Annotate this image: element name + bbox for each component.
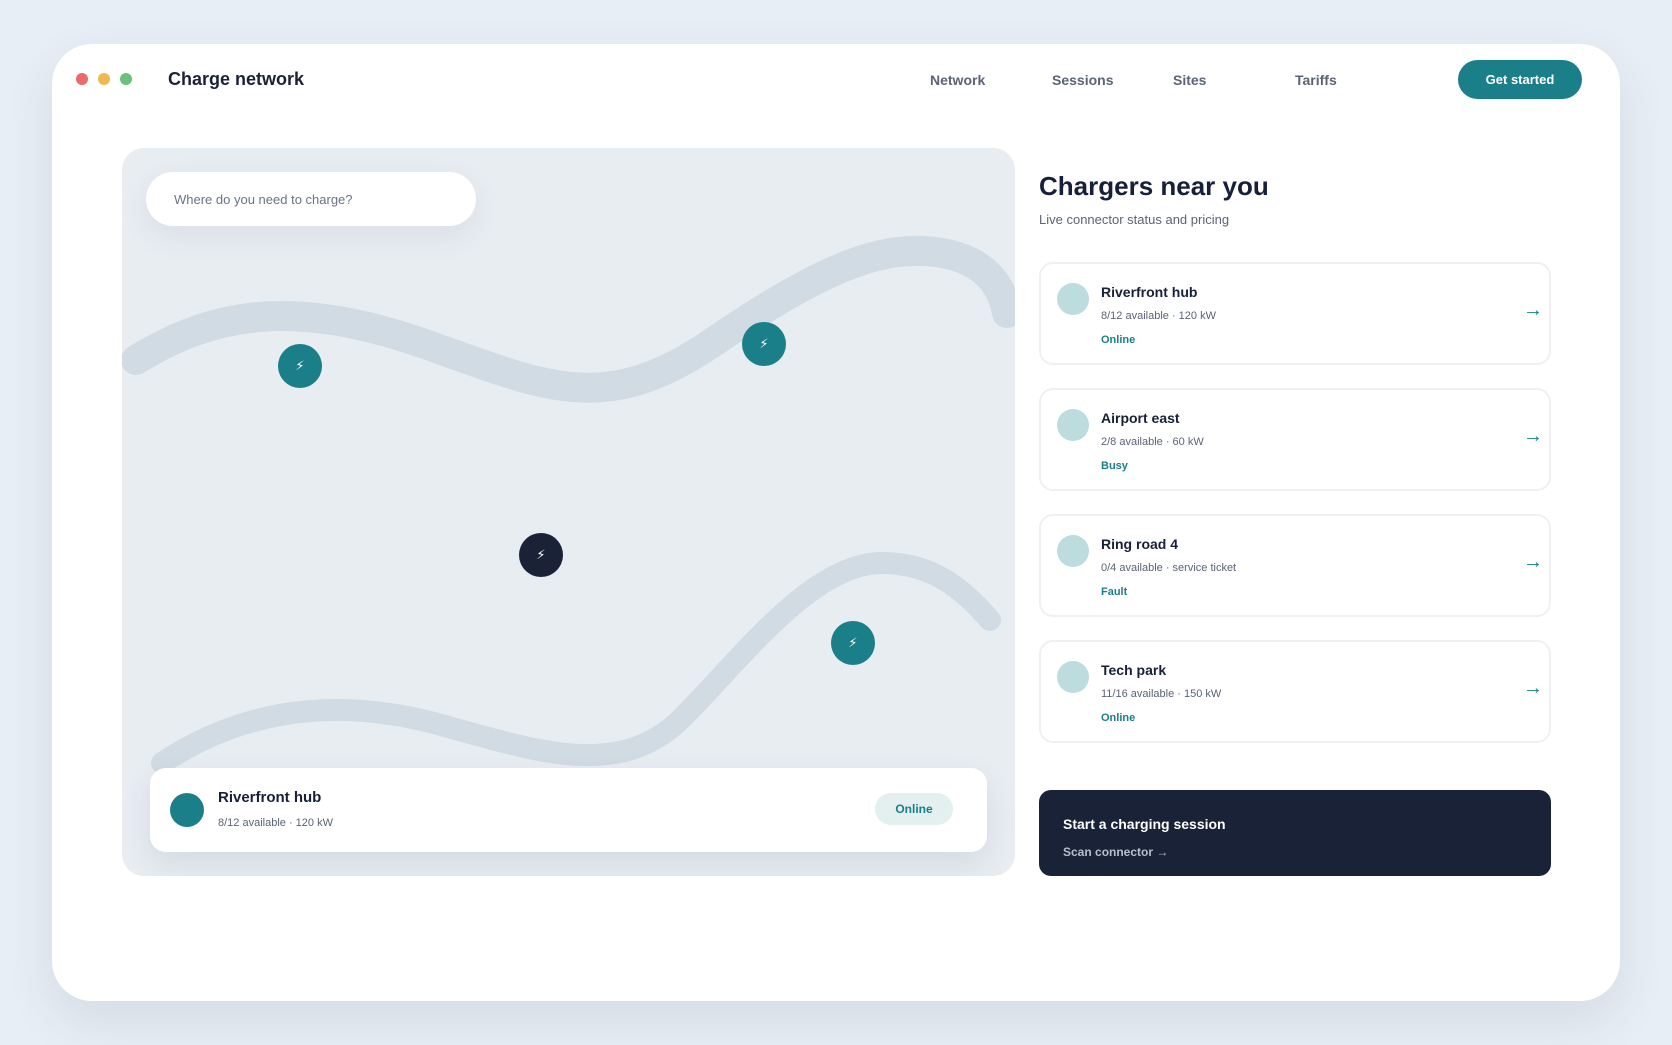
get-started-button[interactable]: Get started — [1458, 60, 1582, 99]
arrow-right-icon[interactable]: → — [1523, 678, 1543, 698]
bolt-icon: ⚡ — [536, 547, 546, 562]
panel-title: Chargers near you — [1039, 171, 1269, 201]
charger-status: Online — [1101, 712, 1136, 724]
nav-sessions[interactable]: Sessions — [1052, 72, 1113, 88]
charger-avatar — [1057, 661, 1089, 693]
panel-subtitle: Live connector status and pricing — [1039, 212, 1230, 227]
location-search-input[interactable] — [146, 172, 476, 226]
window-controls — [76, 73, 132, 85]
brand-title: Charge network — [168, 69, 305, 89]
charger-list-item[interactable]: Tech park 11/16 available · 150 kW Onlin… — [1039, 640, 1551, 743]
bolt-icon: ⚡ — [759, 336, 769, 351]
minimize-window-button[interactable] — [98, 73, 110, 85]
charger-pin-selected[interactable]: ⚡ — [519, 533, 563, 577]
charger-meta: 11/16 available · 150 kW — [1101, 688, 1222, 700]
arrow-right-icon[interactable]: → — [1523, 552, 1543, 572]
charger-name: Ring road 4 — [1101, 536, 1179, 552]
charger-pin[interactable]: ⚡ — [742, 322, 786, 366]
arrow-right-icon[interactable]: → — [1523, 426, 1543, 446]
close-window-button[interactable] — [76, 73, 88, 85]
charger-pin[interactable]: ⚡ — [831, 621, 875, 665]
map-view[interactable]: ⚡ ⚡ ⚡ ⚡ Riverfront hub 8/12 available · … — [122, 148, 1015, 876]
charger-status: Fault — [1101, 586, 1128, 598]
charger-name: Tech park — [1101, 662, 1167, 678]
charger-name: Riverfront hub — [1101, 284, 1198, 300]
bolt-icon: ⚡ — [295, 358, 305, 373]
charger-list-item[interactable]: Riverfront hub 8/12 available · 120 kW O… — [1039, 262, 1551, 365]
charger-status: Online — [1101, 334, 1136, 346]
map-roads — [122, 235, 1015, 774]
charger-avatar — [1057, 535, 1089, 567]
start-session-card[interactable]: Start a charging session Scan connector … — [1039, 790, 1551, 876]
charger-meta: 8/12 available · 120 kW — [1101, 310, 1216, 322]
charger-avatar — [1057, 409, 1089, 441]
scan-connector-link[interactable]: Scan connector → — [1063, 845, 1168, 859]
charger-list-item[interactable]: Ring road 4 0/4 available · service tick… — [1039, 514, 1551, 617]
charger-meta: 0/4 available · service ticket — [1101, 562, 1237, 574]
nav-sites[interactable]: Sites — [1173, 72, 1206, 88]
charger-status: Busy — [1101, 460, 1128, 472]
app-window: Charge network Network Sessions Sites Ta… — [52, 44, 1620, 1001]
charger-name: Airport east — [1101, 410, 1180, 426]
maximize-window-button[interactable] — [120, 73, 132, 85]
charger-meta: 2/8 available · 60 kW — [1101, 436, 1204, 448]
bolt-icon: ⚡ — [848, 635, 858, 650]
charger-pin[interactable]: ⚡ — [278, 344, 322, 388]
nav-network[interactable]: Network — [930, 72, 985, 88]
road-upper — [122, 235, 1015, 403]
road-lower — [151, 551, 1001, 774]
selected-charger-card[interactable]: Riverfront hub 8/12 available · 120 kW O… — [150, 768, 987, 852]
session-title: Start a charging session — [1063, 816, 1226, 832]
selected-charger-meta: 8/12 available · 120 kW — [218, 817, 333, 829]
nav-tariffs[interactable]: Tariffs — [1295, 72, 1337, 88]
charger-avatar — [170, 793, 204, 827]
status-badge: Online — [875, 793, 953, 825]
arrow-right-icon[interactable]: → — [1523, 300, 1543, 320]
charger-avatar — [1057, 283, 1089, 315]
selected-charger-name: Riverfront hub — [218, 789, 322, 806]
charger-list-item[interactable]: Airport east 2/8 available · 60 kW Busy … — [1039, 388, 1551, 491]
